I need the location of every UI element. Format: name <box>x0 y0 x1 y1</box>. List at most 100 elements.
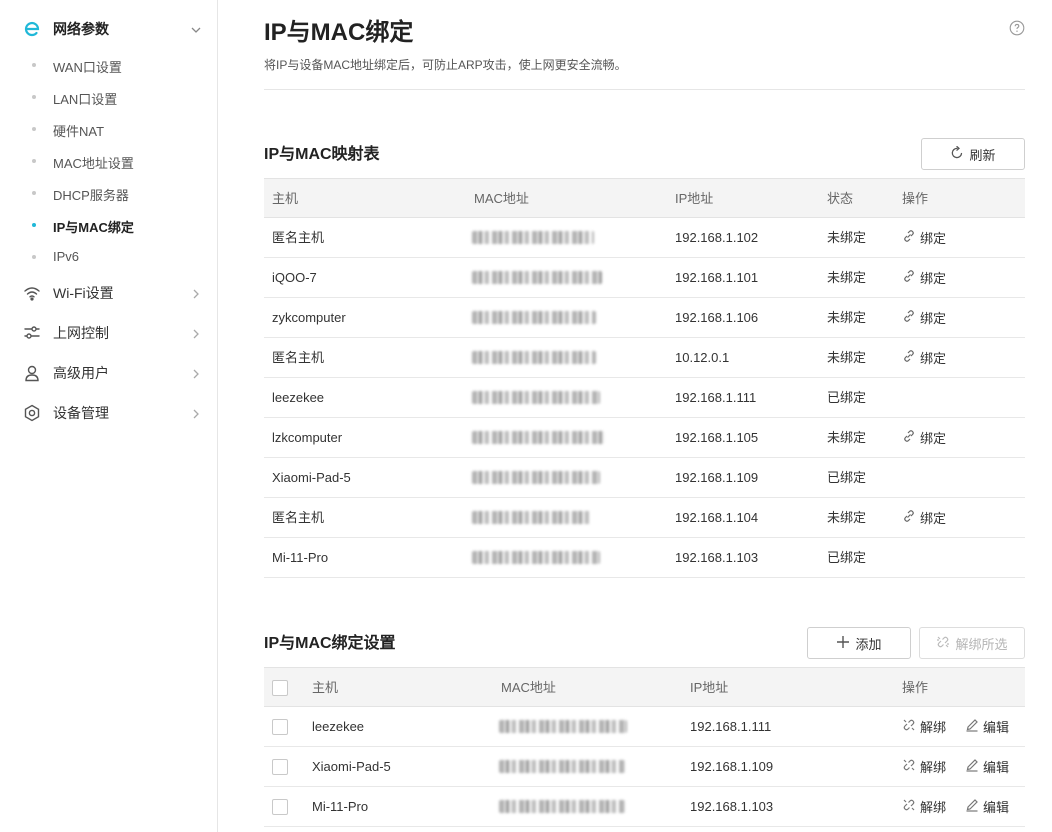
bind-button[interactable]: 绑定 <box>902 418 946 457</box>
nav-network-params[interactable]: 网络参数 <box>0 9 217 49</box>
bind-label: 绑定 <box>920 311 947 326</box>
select-all-checkbox[interactable] <box>272 680 288 696</box>
help-icon[interactable] <box>1009 20 1025 36</box>
edit-button[interactable]: 编辑 <box>965 747 1009 786</box>
mac-address-redacted <box>472 231 594 244</box>
table-row: leezekee 192.168.1.111 已绑定 <box>264 378 1025 418</box>
edit-label: 编辑 <box>983 720 1010 735</box>
mac-address-redacted <box>472 431 604 444</box>
ip-cell: 192.168.1.106 <box>675 310 759 325</box>
table-row: 匿名主机 192.168.1.104 未绑定 绑定 <box>264 498 1025 538</box>
bind-button[interactable]: 绑定 <box>902 218 946 257</box>
table-row: iQOO-7 192.168.1.101 未绑定 绑定 <box>264 258 1025 298</box>
column-header-mac: MAC地址 <box>501 680 556 695</box>
unbind-button[interactable]: 解绑 <box>902 707 946 746</box>
unbind-selected-button[interactable]: 解绑所选 <box>919 627 1025 659</box>
pencil-icon <box>965 718 979 735</box>
bullet-dot <box>32 63 36 67</box>
edit-label: 编辑 <box>983 760 1010 775</box>
nav-device-management[interactable]: 设备管理 <box>0 393 217 433</box>
bullet-dot <box>32 95 36 99</box>
ip-cell: 192.168.1.104 <box>675 510 759 525</box>
status-cell: 未绑定 <box>827 430 867 445</box>
host-cell: 匿名主机 <box>272 350 325 365</box>
host-cell: 匿名主机 <box>272 510 325 525</box>
bullet-dot <box>32 191 36 195</box>
host-cell: iQOO-7 <box>272 270 317 285</box>
ip-cell: 192.168.1.111 <box>690 719 772 734</box>
bullet-dot <box>32 127 36 131</box>
bind-label: 绑定 <box>920 431 947 446</box>
table-header: 主机 MAC地址 IP地址 操作 <box>264 667 1025 707</box>
sidebar-item-mac-address[interactable]: MAC地址设置 <box>0 145 217 177</box>
user-icon <box>23 364 41 382</box>
bind-label: 绑定 <box>920 511 947 526</box>
refresh-button[interactable]: 刷新 <box>921 138 1025 170</box>
chevron-down-icon <box>190 23 202 35</box>
table-header: 主机 MAC地址 IP地址 状态 操作 <box>264 178 1025 218</box>
nav-advanced-user[interactable]: 高级用户 <box>0 353 217 393</box>
edit-label: 编辑 <box>983 800 1010 815</box>
link-icon <box>902 229 916 246</box>
mapping-rows: 匿名主机 192.168.1.102 未绑定 绑定 iQOO-7 192.168.1.10… <box>264 218 1025 578</box>
sidebar-item-label: LAN口设置 <box>53 92 118 107</box>
edit-button[interactable]: 编辑 <box>965 787 1009 826</box>
ip-cell: 192.168.1.109 <box>690 759 774 774</box>
add-label: 添加 <box>855 636 882 652</box>
row-checkbox[interactable] <box>272 799 288 815</box>
link-icon <box>902 509 916 526</box>
binding-rows: leezekee 192.168.1.111 解绑 编辑 Xiaomi-Pad-5 192… <box>264 707 1025 827</box>
divider <box>264 89 1025 90</box>
nav-network-params-label: 网络参数 <box>53 21 109 37</box>
mac-address-redacted <box>472 551 600 564</box>
sidebar-item-lan[interactable]: LAN口设置 <box>0 81 217 113</box>
unlink-icon <box>902 798 916 815</box>
nav-group-label: 高级用户 <box>53 365 109 381</box>
bind-button[interactable]: 绑定 <box>902 338 946 377</box>
sidebar-item-dhcp[interactable]: DHCP服务器 <box>0 177 217 209</box>
column-header-host: 主机 <box>272 191 299 206</box>
add-button[interactable]: 添加 <box>807 627 911 659</box>
nav-wifi-settings[interactable]: Wi-Fi设置 <box>0 273 217 313</box>
gear-icon <box>23 404 41 422</box>
pencil-icon <box>965 798 979 815</box>
mac-address-redacted <box>472 271 602 284</box>
row-checkbox[interactable] <box>272 719 288 735</box>
unbind-selected-label: 解绑所选 <box>955 636 1008 652</box>
bind-button[interactable]: 绑定 <box>902 298 946 337</box>
table-row: Xiaomi-Pad-5 192.168.1.109 解绑 编辑 <box>264 747 1025 787</box>
sidebar-item-hw-nat[interactable]: 硬件NAT <box>0 113 217 145</box>
column-header-mac: MAC地址 <box>474 191 529 206</box>
ip-cell: 192.168.1.111 <box>675 390 757 405</box>
bind-button[interactable]: 绑定 <box>902 498 946 537</box>
sidebar-item-ipv6[interactable]: IPv6 <box>0 241 217 273</box>
edit-button[interactable]: 编辑 <box>965 707 1009 746</box>
link-icon <box>902 269 916 286</box>
refresh-icon <box>950 145 964 163</box>
mac-address-redacted <box>472 471 600 484</box>
bind-label: 绑定 <box>920 351 947 366</box>
bind-button[interactable]: 绑定 <box>902 258 946 297</box>
unbind-label: 解绑 <box>920 800 947 815</box>
status-cell: 未绑定 <box>827 510 867 525</box>
unlink-icon <box>902 758 916 775</box>
column-header-status: 状态 <box>827 191 854 206</box>
status-cell: 未绑定 <box>827 230 867 245</box>
sidebar-item-label: IPv6 <box>53 249 80 264</box>
unbind-button[interactable]: 解绑 <box>902 787 946 826</box>
host-cell: lzkcomputer <box>272 430 343 445</box>
host-cell: leezekee <box>312 719 365 734</box>
sidebar-item-wan[interactable]: WAN口设置 <box>0 49 217 81</box>
row-checkbox[interactable] <box>272 759 288 775</box>
host-cell: Xiaomi-Pad-5 <box>272 470 351 485</box>
ip-cell: 192.168.1.101 <box>675 270 759 285</box>
mac-address-redacted <box>499 720 627 733</box>
ip-cell: 192.168.1.105 <box>675 430 759 445</box>
mapping-table: 主机 MAC地址 IP地址 状态 操作 匿名主机 192.168.1.102 未绑定… <box>264 178 1025 578</box>
unbind-button[interactable]: 解绑 <box>902 747 946 786</box>
refresh-label: 刷新 <box>969 147 996 163</box>
binding-table: 主机 MAC地址 IP地址 操作 leezekee 192.168.1.111 解绑… <box>264 667 1025 827</box>
nav-internet-control[interactable]: 上网控制 <box>0 313 217 353</box>
status-cell: 未绑定 <box>827 270 867 285</box>
sidebar-item-ip-mac-binding[interactable]: IP与MAC绑定 <box>0 209 217 241</box>
